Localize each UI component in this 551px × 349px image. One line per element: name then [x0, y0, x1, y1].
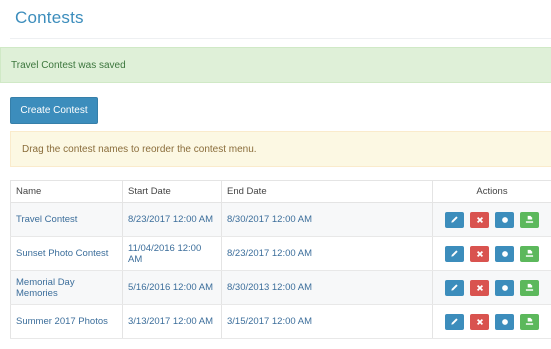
contest-end-date: 8/30/2013 12:00 AM	[221, 270, 433, 305]
delete-button[interactable]	[470, 279, 489, 296]
circle-icon	[501, 250, 508, 257]
row-actions	[432, 304, 551, 339]
contest-name[interactable]: Summer 2017 Photos	[10, 304, 123, 339]
success-alert-text: Travel Contest was saved	[11, 59, 126, 71]
row-actions	[432, 236, 551, 271]
contest-name[interactable]: Travel Contest	[10, 202, 123, 237]
contest-end-date: 3/15/2017 12:00 AM	[221, 304, 433, 339]
export-button[interactable]	[520, 279, 539, 296]
column-header-name: Name	[10, 180, 123, 203]
success-alert: Travel Contest was saved	[0, 47, 551, 83]
close-icon	[476, 284, 483, 291]
export-button[interactable]	[520, 245, 539, 262]
export-button[interactable]	[520, 211, 539, 228]
view-button[interactable]	[495, 245, 514, 262]
edit-button[interactable]	[445, 279, 464, 296]
column-header-start-date: Start Date	[122, 180, 222, 203]
row-actions	[432, 202, 551, 237]
pencil-icon	[451, 250, 458, 257]
row-actions	[432, 270, 551, 305]
contest-end-date: 8/23/2017 12:00 AM	[221, 236, 433, 271]
contests-table: Name Start Date End Date Actions Travel …	[10, 180, 551, 339]
export-icon	[525, 215, 534, 223]
export-icon	[525, 249, 534, 257]
title-divider	[10, 38, 551, 39]
contest-start-date: 3/13/2017 12:00 AM	[122, 304, 222, 339]
create-contest-button[interactable]: Create Contest	[10, 97, 98, 124]
close-icon	[476, 318, 483, 325]
delete-button[interactable]	[470, 211, 489, 228]
edit-button[interactable]	[445, 211, 464, 228]
contest-name[interactable]: Memorial Day Memories	[10, 270, 123, 305]
table-row[interactable]: Sunset Photo Contest 11/04/2016 12:00 AM…	[10, 236, 551, 271]
close-icon	[476, 216, 483, 223]
table-row[interactable]: Travel Contest 8/23/2017 12:00 AM 8/30/2…	[10, 202, 551, 237]
view-button[interactable]	[495, 211, 514, 228]
export-icon	[525, 317, 534, 325]
table-row[interactable]: Summer 2017 Photos 3/13/2017 12:00 AM 3/…	[10, 304, 551, 339]
contest-end-date: 8/30/2017 12:00 AM	[221, 202, 433, 237]
pencil-icon	[451, 284, 458, 291]
contest-name[interactable]: Sunset Photo Contest	[10, 236, 123, 271]
circle-icon	[501, 284, 508, 291]
edit-button[interactable]	[445, 245, 464, 262]
table-header-row: Name Start Date End Date Actions	[10, 180, 551, 203]
table-row[interactable]: Memorial Day Memories 5/16/2016 12:00 AM…	[10, 270, 551, 305]
view-button[interactable]	[495, 279, 514, 296]
export-button[interactable]	[520, 313, 539, 330]
edit-button[interactable]	[445, 313, 464, 330]
column-header-end-date: End Date	[221, 180, 433, 203]
view-button[interactable]	[495, 313, 514, 330]
contest-start-date: 5/16/2016 12:00 AM	[122, 270, 222, 305]
delete-button[interactable]	[470, 313, 489, 330]
delete-button[interactable]	[470, 245, 489, 262]
column-header-actions: Actions	[432, 180, 551, 203]
circle-icon	[501, 318, 508, 325]
contest-start-date: 8/23/2017 12:00 AM	[122, 202, 222, 237]
close-icon	[476, 250, 483, 257]
export-icon	[525, 283, 534, 291]
pencil-icon	[451, 216, 458, 223]
reorder-info-alert: Drag the contest names to reorder the co…	[10, 131, 551, 167]
contest-start-date: 11/04/2016 12:00 AM	[122, 236, 222, 271]
circle-icon	[501, 216, 508, 223]
page-title: Contests	[15, 8, 84, 27]
pencil-icon	[451, 318, 458, 325]
reorder-info-text: Drag the contest names to reorder the co…	[22, 143, 257, 155]
